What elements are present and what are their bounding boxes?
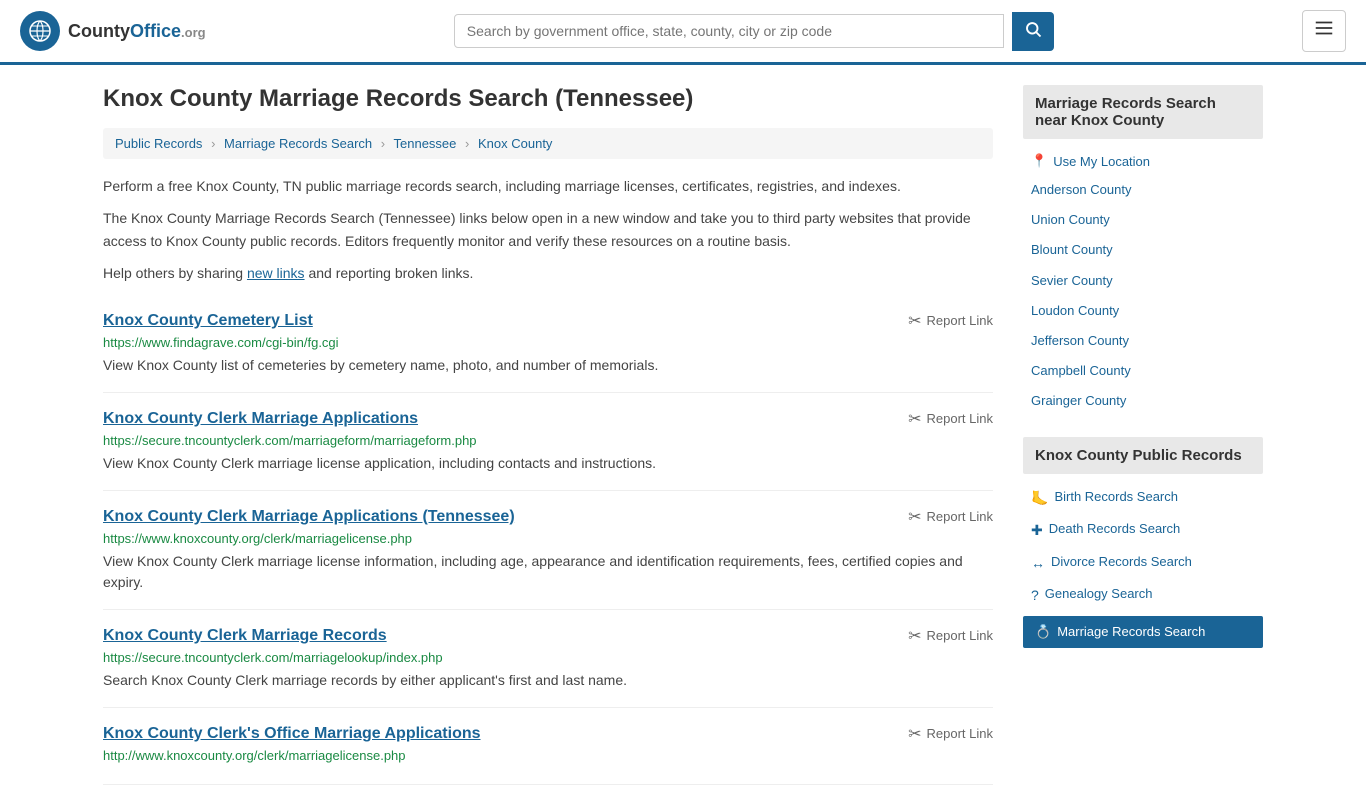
description-1: Perform a free Knox County, TN public ma… [103, 175, 993, 197]
nearby-county-5[interactable]: Jefferson County [1023, 326, 1263, 356]
record-icon-1: ✚ [1031, 521, 1043, 541]
record-label-2: Divorce Records Search [1051, 553, 1192, 571]
public-record-0[interactable]: 🦶 Birth Records Search [1023, 482, 1263, 515]
public-records-section: Knox County Public Records 🦶 Birth Record… [1023, 437, 1263, 648]
nearby-county-7[interactable]: Grainger County [1023, 386, 1263, 416]
result-header: Knox County Clerk Marriage Applications … [103, 507, 993, 527]
report-label: Report Link [927, 509, 993, 524]
result-title-1[interactable]: Knox County Clerk Marriage Applications [103, 410, 418, 428]
nearby-county-6[interactable]: Campbell County [1023, 356, 1263, 386]
result-header: Knox County Clerk's Office Marriage Appl… [103, 724, 993, 744]
result-url-0[interactable]: https://www.findagrave.com/cgi-bin/fg.cg… [103, 335, 993, 350]
report-icon: ✂ [908, 724, 921, 744]
record-label-1: Death Records Search [1049, 520, 1181, 538]
search-input[interactable] [454, 14, 1004, 48]
report-label: Report Link [927, 411, 993, 426]
result-url-4[interactable]: http://www.knoxcounty.org/clerk/marriage… [103, 748, 993, 763]
report-label: Report Link [927, 628, 993, 643]
result-title-4[interactable]: Knox County Clerk's Office Marriage Appl… [103, 725, 481, 743]
use-location-link[interactable]: 📍 Use My Location [1023, 147, 1263, 175]
description-2: The Knox County Marriage Records Search … [103, 207, 993, 252]
result-title-2[interactable]: Knox County Clerk Marriage Applications … [103, 508, 515, 526]
public-records-list: 🦶 Birth Records Search ✚ Death Records Sear… [1023, 482, 1263, 648]
result-header: Knox County Clerk Marriage Applications … [103, 409, 993, 429]
report-label: Report Link [927, 726, 993, 741]
report-link-3[interactable]: ✂ Report Link [908, 626, 993, 646]
new-links-link[interactable]: new links [247, 265, 305, 281]
result-desc-1: View Knox County Clerk marriage license … [103, 453, 993, 474]
result-url-1[interactable]: https://secure.tncountyclerk.com/marriag… [103, 433, 993, 448]
result-url-2[interactable]: https://www.knoxcounty.org/clerk/marriag… [103, 531, 993, 546]
result-url-3[interactable]: https://secure.tncountyclerk.com/marriag… [103, 650, 993, 665]
result-title-3[interactable]: Knox County Clerk Marriage Records [103, 627, 387, 645]
report-label: Report Link [927, 313, 993, 328]
use-location-label: Use My Location [1053, 154, 1150, 169]
result-item: Knox County Clerk Marriage Records ✂ Rep… [103, 610, 993, 708]
report-link-0[interactable]: ✂ Report Link [908, 311, 993, 331]
public-record-2[interactable]: ↔ Divorce Records Search [1023, 547, 1263, 580]
nearby-section: Marriage Records Search near Knox County… [1023, 85, 1263, 417]
report-icon: ✂ [908, 311, 921, 331]
nearby-county-4[interactable]: Loudon County [1023, 296, 1263, 326]
public-record-4[interactable]: 💍 Marriage Records Search [1023, 616, 1263, 648]
logo-area: CountyOffice.org [20, 11, 206, 51]
report-link-2[interactable]: ✂ Report Link [908, 507, 993, 527]
report-icon: ✂ [908, 507, 921, 527]
record-label-3: Genealogy Search [1045, 585, 1153, 603]
description-3: Help others by sharing new links and rep… [103, 262, 993, 284]
breadcrumb-knox-county[interactable]: Knox County [478, 136, 552, 151]
search-area [454, 12, 1054, 51]
report-link-1[interactable]: ✂ Report Link [908, 409, 993, 429]
result-desc-0: View Knox County list of cemeteries by c… [103, 355, 993, 376]
main-content: Knox County Marriage Records Search (Ten… [103, 85, 993, 785]
results-list: Knox County Cemetery List ✂ Report Link … [103, 295, 993, 785]
result-item: Knox County Clerk Marriage Applications … [103, 491, 993, 610]
main-container: Knox County Marriage Records Search (Ten… [83, 65, 1283, 805]
breadcrumb: Public Records › Marriage Records Search… [103, 128, 993, 159]
record-icon-2: ↔ [1031, 554, 1045, 574]
logo-icon [20, 11, 60, 51]
record-label-4: Marriage Records Search [1057, 624, 1205, 639]
nearby-county-3[interactable]: Sevier County [1023, 266, 1263, 296]
record-icon-4: 💍 [1035, 624, 1051, 640]
site-header: CountyOffice.org [0, 0, 1366, 65]
result-desc-3: Search Knox County Clerk marriage record… [103, 670, 993, 691]
nearby-county-2[interactable]: Blount County [1023, 235, 1263, 265]
result-item: Knox County Cemetery List ✂ Report Link … [103, 295, 993, 393]
search-button[interactable] [1012, 12, 1054, 51]
location-pin-icon: 📍 [1031, 153, 1047, 169]
result-item: Knox County Clerk's Office Marriage Appl… [103, 708, 993, 785]
result-title-0[interactable]: Knox County Cemetery List [103, 312, 313, 330]
page-title: Knox County Marriage Records Search (Ten… [103, 85, 993, 113]
menu-button[interactable] [1302, 10, 1346, 52]
record-icon-3: ? [1031, 586, 1039, 606]
report-link-4[interactable]: ✂ Report Link [908, 724, 993, 744]
nearby-counties-list: Anderson CountyUnion CountyBlount County… [1023, 175, 1263, 417]
result-desc-2: View Knox County Clerk marriage license … [103, 551, 993, 593]
breadcrumb-marriage-records[interactable]: Marriage Records Search [224, 136, 372, 151]
record-icon-0: 🦶 [1031, 489, 1048, 509]
breadcrumb-tennessee[interactable]: Tennessee [394, 136, 457, 151]
record-label-0: Birth Records Search [1054, 488, 1178, 506]
breadcrumb-public-records[interactable]: Public Records [115, 136, 202, 151]
public-records-section-title: Knox County Public Records [1023, 437, 1263, 474]
report-icon: ✂ [908, 409, 921, 429]
nearby-county-1[interactable]: Union County [1023, 205, 1263, 235]
logo-text: CountyOffice.org [68, 21, 206, 42]
result-header: Knox County Clerk Marriage Records ✂ Rep… [103, 626, 993, 646]
result-header: Knox County Cemetery List ✂ Report Link [103, 311, 993, 331]
public-record-1[interactable]: ✚ Death Records Search [1023, 514, 1263, 547]
nearby-section-title: Marriage Records Search near Knox County [1023, 85, 1263, 139]
result-item: Knox County Clerk Marriage Applications … [103, 393, 993, 491]
nearby-county-0[interactable]: Anderson County [1023, 175, 1263, 205]
sidebar: Marriage Records Search near Knox County… [1023, 85, 1263, 785]
public-record-3[interactable]: ? Genealogy Search [1023, 579, 1263, 612]
report-icon: ✂ [908, 626, 921, 646]
